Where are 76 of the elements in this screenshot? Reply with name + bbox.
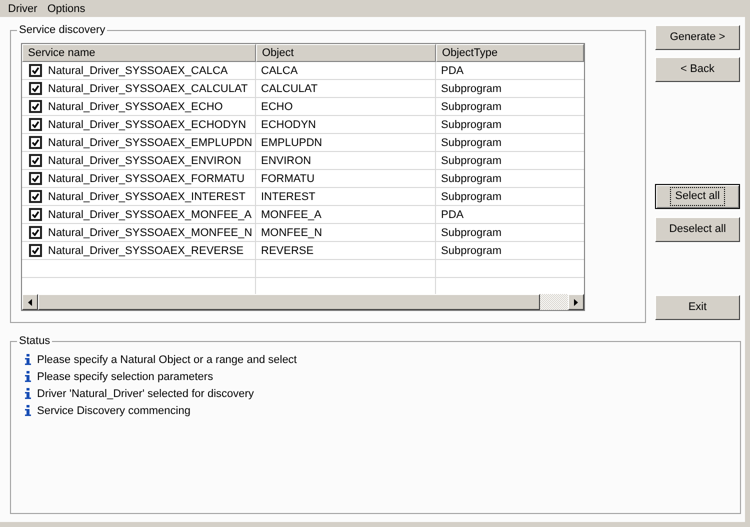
table-cell: Subprogram (441, 190, 502, 204)
table-cell: Natural_Driver_SYSSOAEX_CALCA (48, 64, 228, 78)
menu-item[interactable]: Driver (8, 2, 38, 16)
column-header[interactable]: ObjectType (436, 44, 584, 62)
table-cell: ECHODYN (261, 118, 316, 132)
table-cell: Natural_Driver_SYSSOAEX_MONFEE_A (48, 208, 252, 222)
checkmark-icon (32, 121, 39, 128)
table-cell: Natural_Driver_SYSSOAEX_ENVIRON (48, 154, 242, 168)
table-cell: EMPLUPDN (261, 136, 322, 150)
group-title: Service discovery (17, 23, 108, 37)
checkmark-icon (32, 103, 39, 110)
table-cell: Subprogram (441, 226, 502, 240)
checkbox[interactable] (29, 100, 42, 113)
dialog-button[interactable]: Deselect all (655, 217, 740, 242)
checkbox[interactable] (29, 226, 42, 239)
dialog-button[interactable]: Select all (655, 184, 740, 209)
status-message: Please specify a Natural Object or a range and select (37, 352, 297, 366)
checkbox[interactable] (29, 154, 42, 167)
table-cell: ECHO (261, 100, 293, 114)
table-cell: Natural_Driver_SYSSOAEX_MONFEE_N (48, 226, 252, 240)
checkmark-icon (32, 85, 39, 92)
dialog-button[interactable]: Exit (655, 295, 740, 320)
info-icon (25, 405, 31, 416)
checkbox[interactable] (29, 136, 42, 149)
table-cell: Natural_Driver_SYSSOAEX_CALCULAT (48, 82, 248, 96)
checkbox[interactable] (29, 244, 42, 257)
info-icon (25, 354, 31, 365)
checkmark-icon (32, 193, 39, 200)
checkbox[interactable] (29, 172, 42, 185)
table-cell: Subprogram (441, 82, 502, 96)
scroll-right-icon[interactable] (568, 294, 584, 310)
table-cell: Natural_Driver_SYSSOAEX_ECHO (48, 100, 223, 114)
info-icon (25, 388, 31, 399)
status-message: Please specify selection parameters (37, 370, 214, 384)
table-cell: Natural_Driver_SYSSOAEX_EMPLUPDN (48, 136, 252, 150)
status-message: Driver 'Natural_Driver' selected for discovery (37, 386, 254, 400)
table-cell: Natural_Driver_SYSSOAEX_FORMATU (48, 172, 245, 186)
table-cell: CALCA (261, 64, 298, 78)
table-cell: ENVIRON (261, 154, 312, 168)
table-cell: INTEREST (261, 190, 316, 204)
checkbox[interactable] (29, 208, 42, 221)
table-cell: CALCULAT (261, 82, 318, 96)
checkmark-icon (32, 67, 39, 74)
checkmark-icon (32, 211, 39, 218)
table-cell: FORMATU (261, 172, 315, 186)
column-header[interactable]: Service name (22, 44, 256, 62)
table-cell: Natural_Driver_SYSSOAEX_REVERSE (48, 244, 244, 258)
checkmark-icon (32, 157, 39, 164)
column-header[interactable]: Object (256, 44, 436, 62)
checkmark-icon (32, 139, 39, 146)
checkmark-icon (32, 247, 39, 254)
checkbox[interactable] (29, 118, 42, 131)
table-cell: Subprogram (441, 172, 502, 186)
checkbox[interactable] (29, 190, 42, 203)
checkmark-icon (32, 229, 39, 236)
table-cell: MONFEE_N (261, 226, 322, 240)
table-cell: Subprogram (441, 100, 502, 114)
table-cell: MONFEE_A (261, 208, 322, 222)
checkmark-icon (32, 175, 39, 182)
checkbox[interactable] (29, 82, 42, 95)
table-cell: Subprogram (441, 154, 502, 168)
table-cell: Subprogram (441, 118, 502, 132)
table-cell: Subprogram (441, 136, 502, 150)
table-cell: REVERSE (261, 244, 314, 258)
status-message: Service Discovery commencing (37, 404, 190, 418)
table-cell: Natural_Driver_SYSSOAEX_INTEREST (48, 190, 246, 204)
table-cell: PDA (441, 64, 464, 78)
checkbox[interactable] (29, 64, 42, 77)
dialog-button[interactable]: Generate > (655, 25, 740, 50)
info-icon (25, 371, 31, 382)
table-cell: Natural_Driver_SYSSOAEX_ECHODYN (48, 118, 246, 132)
scroll-left-icon[interactable] (22, 294, 38, 310)
table-cell: Subprogram (441, 244, 502, 258)
table-cell: PDA (441, 208, 464, 222)
dialog-button[interactable]: < Back (655, 57, 740, 82)
menu-item[interactable]: Options (47, 2, 86, 16)
